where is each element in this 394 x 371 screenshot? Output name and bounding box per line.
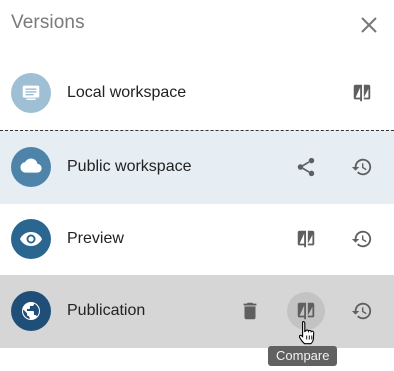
- compare-icon[interactable]: [343, 74, 381, 112]
- history-icon[interactable]: [343, 292, 381, 330]
- history-icon[interactable]: [343, 148, 381, 186]
- globe-icon: [11, 291, 51, 331]
- hand-cursor-icon: [298, 320, 316, 351]
- eye-icon: [11, 219, 51, 259]
- delete-icon[interactable]: [231, 292, 269, 330]
- version-row-local-workspace[interactable]: Local workspace: [0, 57, 394, 130]
- compare-icon[interactable]: [287, 220, 325, 258]
- version-label: Local workspace: [67, 84, 187, 101]
- version-row-publication[interactable]: Publication: [0, 275, 394, 348]
- version-label: Publication: [67, 302, 146, 319]
- cloud-icon: [11, 147, 51, 187]
- history-icon[interactable]: [343, 220, 381, 258]
- monitor-icon: [11, 73, 51, 113]
- share-icon[interactable]: [287, 148, 325, 186]
- version-row-preview[interactable]: Preview: [0, 203, 394, 276]
- version-label: Public workspace: [67, 158, 192, 175]
- version-row-public-workspace[interactable]: Public workspace: [0, 130, 394, 204]
- dialog-header: Versions: [0, 0, 394, 50]
- close-icon[interactable]: [357, 13, 381, 37]
- version-label: Preview: [67, 230, 124, 247]
- dialog-title: Versions: [11, 12, 85, 33]
